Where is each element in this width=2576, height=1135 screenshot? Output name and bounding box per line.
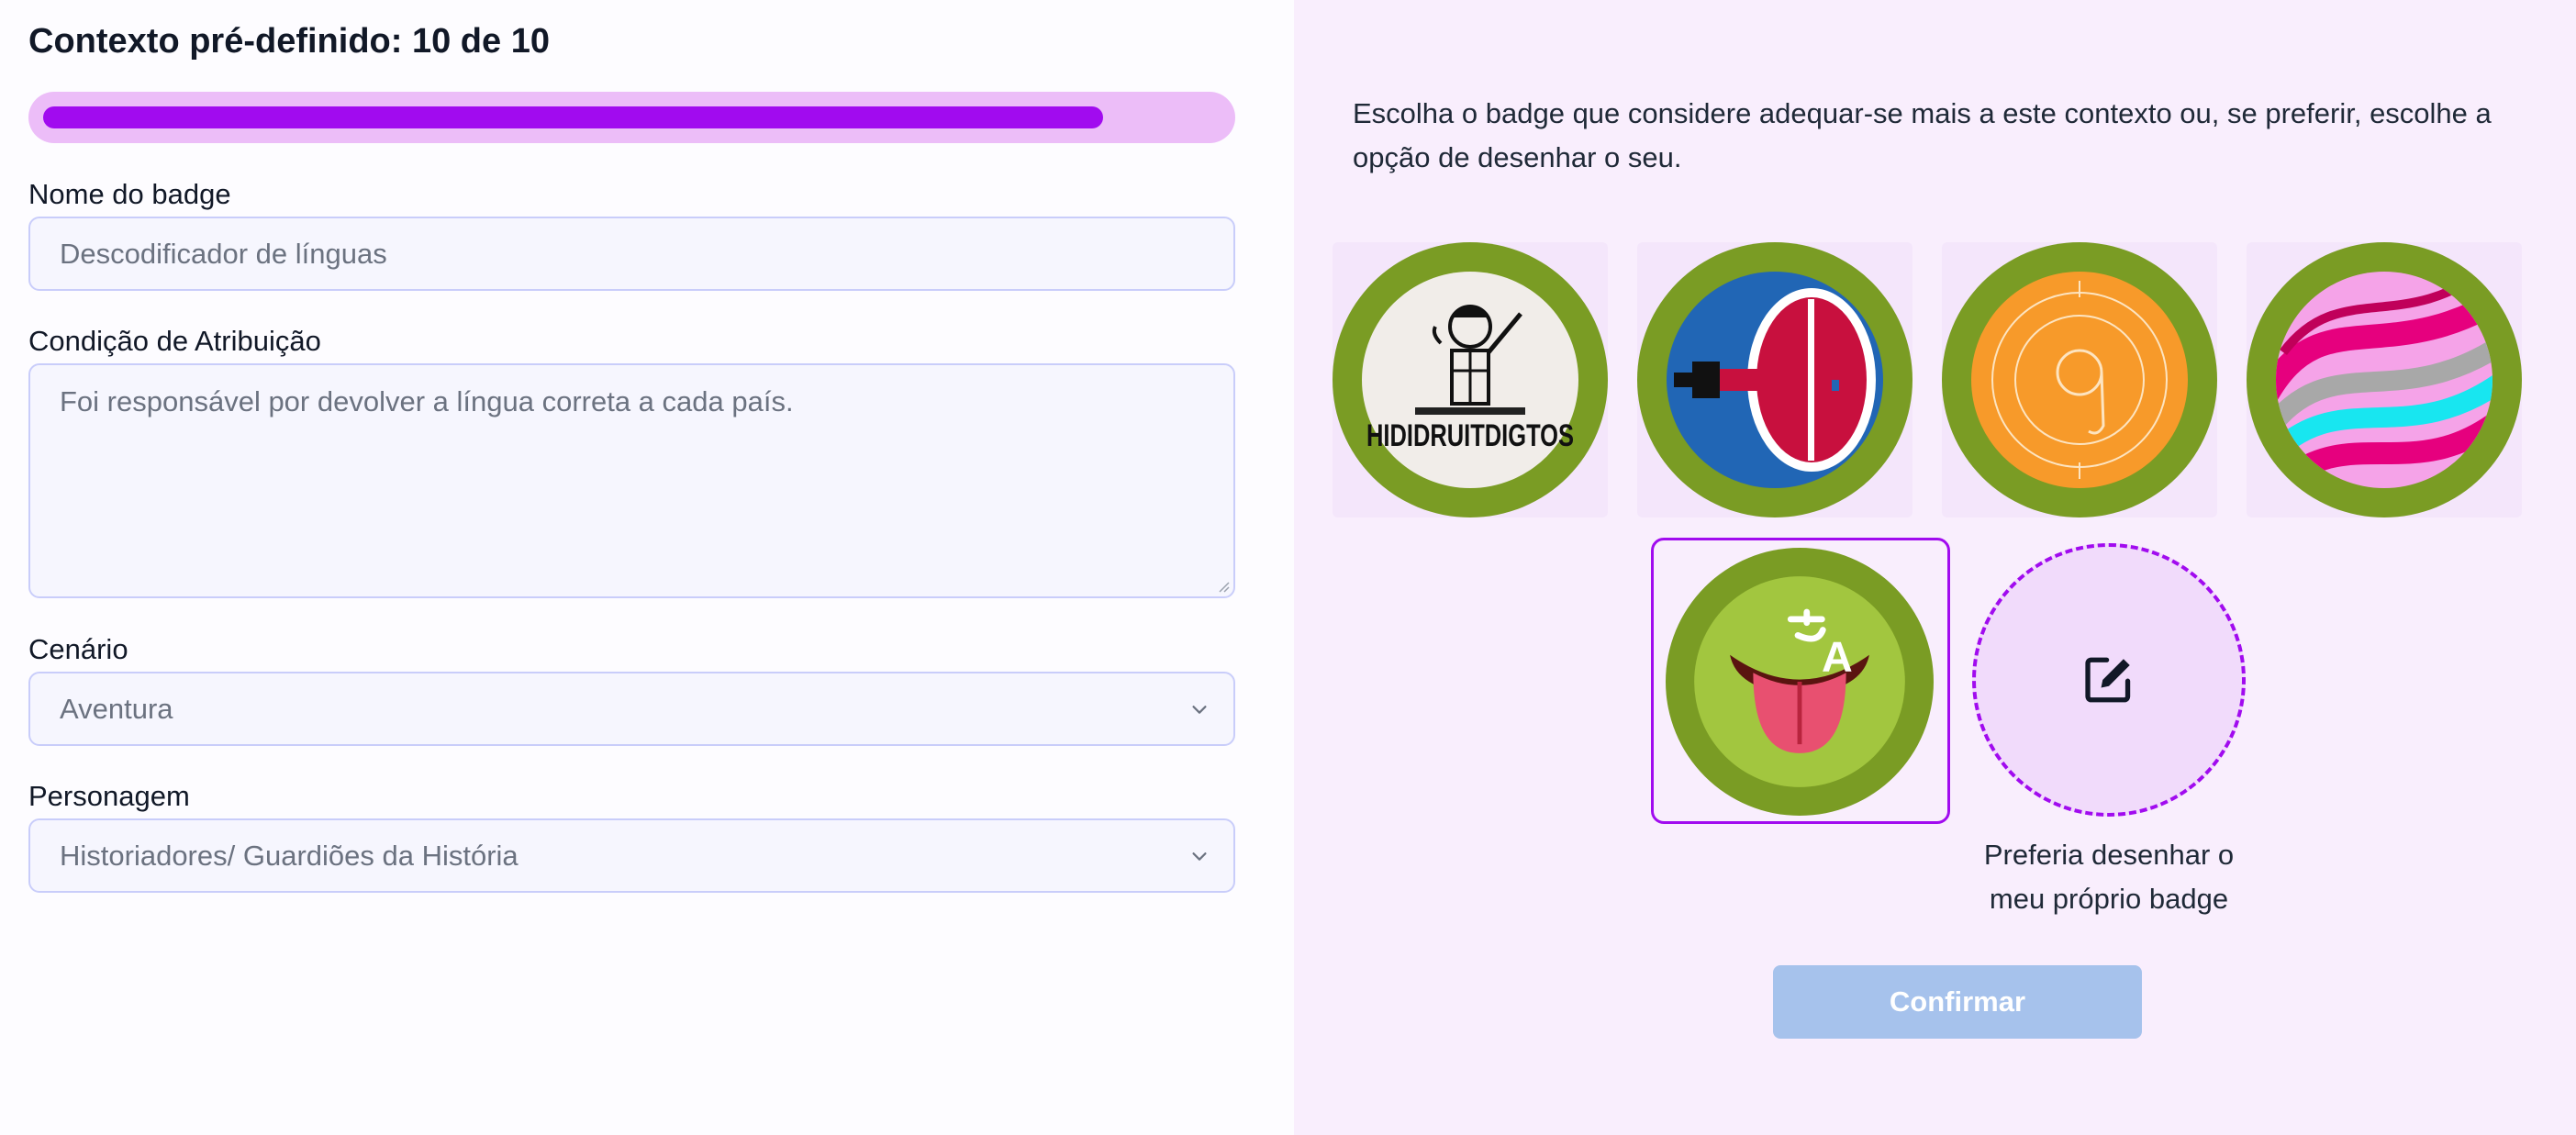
badge-option-1[interactable]: HIDIDRUITDIGTOS [1333,242,1608,517]
resize-grip-icon[interactable] [1215,578,1230,593]
badge-1-text: HIDIDRUITDIGTOS [1366,418,1574,453]
chevron-down-icon [1192,705,1207,714]
edit-square-icon [2085,657,2131,703]
line-art-badge-icon [1942,242,2217,517]
chevron-down-icon [1192,851,1207,861]
picker-instruction: Escolha o badge que considere adequar-se… [1353,97,2492,173]
character-select[interactable]: Historiadores/ Guardiões da História [28,818,1235,893]
scenario-select[interactable]: Aventura [28,672,1235,746]
badge-picker-panel: Escolha o badge que considere adequar-se… [1294,0,2576,1135]
pixel-key-badge-icon [1637,242,1912,517]
draw-own-badge-option[interactable] [1972,543,2246,817]
context-form-panel: Contexto pré-definido: 10 de 10 Nome do … [0,0,1294,1135]
character-value: Historiadores/ Guardiões da História [60,839,519,872]
badge-name-value: Descodificador de línguas [60,237,387,270]
scenario-value: Aventura [60,692,173,725]
confirm-button[interactable]: Confirmar [1773,965,2142,1039]
badge-option-4[interactable] [2247,242,2522,517]
badge-name-input[interactable]: Descodificador de línguas [28,217,1235,291]
badge-option-5[interactable]: A [1663,545,1936,818]
scenario-label: Cenário [28,633,128,665]
page-title: Contexto pré-definido: 10 de 10 [28,22,550,61]
translate-tongue-icon: A [1666,548,1934,816]
draw-caption-line-1: Preferia desenhar o [1983,839,2235,871]
condition-textarea[interactable]: Foi responsável por devolver a língua co… [28,363,1235,598]
badge-option-2[interactable] [1637,242,1912,517]
condition-value: Foi responsável por devolver a língua co… [60,385,794,417]
progress-bar-fill [43,106,1103,128]
draw-own-badge-caption: Preferia desenhar o meu próprio badge [1971,833,2247,921]
draw-caption-line-2: meu próprio badge [1989,883,2229,915]
badge-option-3[interactable] [1942,242,2217,517]
character-label: Personagem [28,780,190,812]
scribe-badge-icon: HIDIDRUITDIGTOS [1333,242,1608,517]
progress-bar [28,92,1235,143]
svg-text:A: A [1822,632,1853,680]
stripes-badge-icon [2247,242,2522,517]
condition-label: Condição de Atribuição [28,325,321,357]
badge-name-label: Nome do badge [28,178,231,210]
